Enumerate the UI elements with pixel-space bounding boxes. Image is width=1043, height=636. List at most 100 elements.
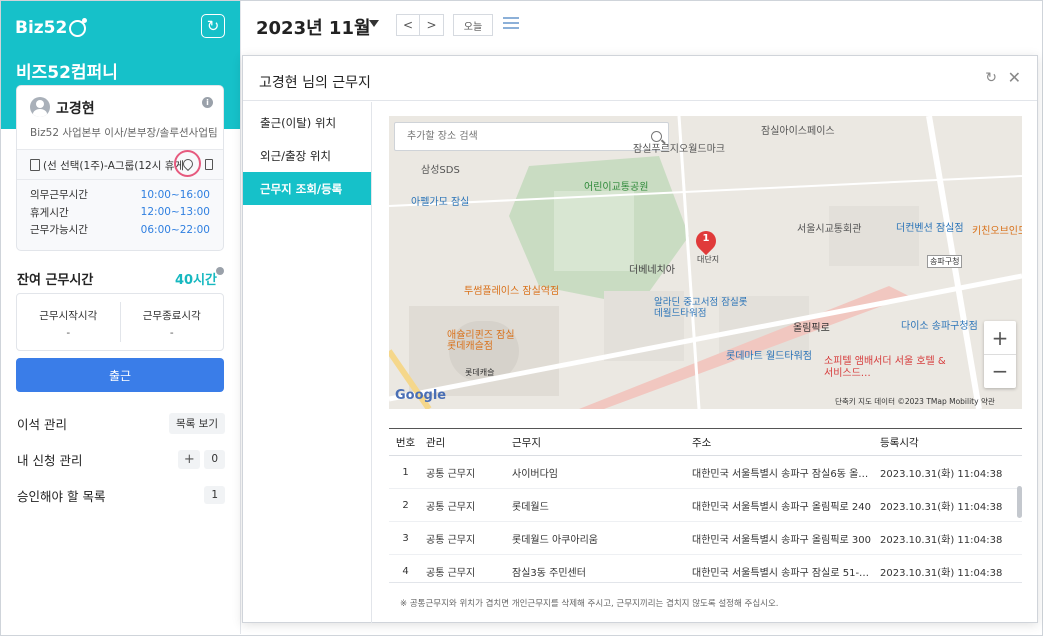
check-in-button[interactable]: 출근 [16, 358, 224, 392]
table-row[interactable]: 2 공통 근무지 롯데월드 대한민국 서울특별시 송파구 올림픽로 240 20… [389, 489, 1022, 522]
info-icon[interactable] [216, 267, 224, 275]
calendar-title[interactable]: 2023년 11월 [256, 14, 371, 40]
footnote: ※ 공통근무지와 위치가 겹치면 개인근무지를 삭제해 주시고, 근무지끼리는 … [400, 599, 779, 609]
map-place-label[interactable]: 더베네치아 [629, 261, 675, 276]
profile-card: 고경현 i Biz52 사업본부 이사/본부장/솔루션사업팀 (선 선택(1주)… [16, 85, 224, 251]
my-requests-row: 내 신청 관리 + 0 [17, 449, 225, 469]
map-place-label[interactable]: 잠실아이스페이스 [761, 122, 835, 137]
zoom-out-button[interactable]: − [984, 354, 1016, 387]
map-place-label[interactable]: 키친오브인도 요리 [972, 222, 1022, 237]
map-place-label[interactable]: 삼성SDS [421, 161, 460, 176]
cell-registered-at: 2023.10.31(화) 11:04:38 [880, 501, 1003, 513]
sidebar: Biz52 ↻ 비즈52컴퍼니 고경현 i Biz52 사업본부 이사/본부장/… [1, 1, 240, 634]
tab-workplace-register[interactable]: 근무지 조회/등록 [243, 172, 371, 205]
approvals-row: 승인해야 할 목록 1 [17, 485, 225, 505]
month-nav: < > [396, 14, 444, 36]
map-place-label[interactable]: 다이소 송파구청점 [901, 317, 978, 332]
column-header: 근무지 [512, 436, 541, 449]
location-pin-icon [180, 156, 195, 171]
map-place-label[interactable]: 롯데마트 월드타워점 [726, 347, 812, 362]
workplace-modal: 고경현 님의 근무지 ↻ ✕ 출근(이탈) 위치 외근/출장 위치 근무지 조회… [242, 55, 1038, 623]
cell-workplace: 롯데월드 [512, 501, 549, 513]
work-start-label: 근무시작시각 [39, 310, 98, 322]
map-place-label[interactable]: 롯데캐슬 [465, 367, 494, 378]
logo-text: Biz52 [15, 18, 68, 38]
table-body[interactable]: 1 공통 근무지 사이버다임 대한민국 서울특별시 송파구 잠실6동 올… 20… [389, 456, 1022, 579]
table-header: 번호 관리 근무지 주소 등록시각 [389, 428, 1022, 456]
modal-header: 고경현 님의 근무지 ↻ ✕ [243, 56, 1037, 101]
time-row: 근무가능시간 06:00~22:00 [30, 221, 210, 239]
time-label: 의무근무시간 [30, 189, 88, 202]
refresh-icon[interactable]: ↻ [985, 70, 997, 86]
zoom-control: + − [984, 321, 1016, 388]
map-place-label[interactable]: 서울시교통회관 [797, 220, 861, 235]
location-button[interactable] [174, 150, 201, 177]
close-icon[interactable]: ✕ [1008, 68, 1021, 87]
map-place-label[interactable]: 송파구청 [927, 255, 963, 268]
prev-month-button[interactable]: < [396, 14, 420, 36]
divider [389, 582, 1022, 583]
work-end-value: - [169, 327, 174, 339]
shift-row: (선 선택(1주)-A그룹(12시 휴게 [17, 150, 223, 180]
map-place-label[interactable]: 소피텔 앰배서더 서울 호텔 & 서비스드… [824, 356, 949, 380]
place-search-input[interactable] [394, 122, 669, 151]
document-icon[interactable] [205, 159, 213, 170]
time-value: 12:00~13:00 [140, 206, 210, 219]
table-row[interactable]: 3 공통 근무지 롯데월드 아쿠아리움 대한민국 서울특별시 송파구 올림픽로 … [389, 522, 1022, 555]
zoom-in-button[interactable]: + [984, 321, 1016, 354]
info-icon[interactable]: i [202, 97, 213, 108]
google-logo: Google [395, 388, 447, 403]
cell-workplace: 롯데월드 아쿠아리움 [512, 534, 598, 546]
cell-registered-at: 2023.10.31(화) 11:04:38 [880, 534, 1003, 546]
map-place-label[interactable]: 올림픽로 [793, 319, 830, 334]
cell-type: 공통 근무지 [426, 501, 476, 513]
cell-registered-at: 2023.10.31(화) 11:04:38 [880, 468, 1003, 480]
remaining-value: 40시간 [175, 273, 218, 288]
time-row: 휴게시간 12:00~13:00 [30, 204, 210, 222]
tab-checkin-location[interactable]: 출근(이탈) 위치 [243, 106, 371, 139]
profile-name: 고경현 [56, 101, 95, 117]
caret-down-icon[interactable] [369, 20, 379, 27]
time-label: 근무가능시간 [30, 224, 88, 237]
map-place-label[interactable]: 투썸플레이스 잠실역점 [464, 282, 559, 297]
map-place-label[interactable]: 아펠가모 잠실 [411, 193, 469, 208]
map-place-label[interactable]: 잠실푸르지오월드마크 [633, 140, 725, 155]
cell-workplace: 사이버다임 [512, 468, 558, 480]
today-button[interactable]: 오늘 [453, 14, 493, 36]
table-row[interactable]: 4 공통 근무지 잠실3동 주민센터 대한민국 서울특별시 송파구 잠실로 51… [389, 555, 1022, 579]
seat-management-row: 이석 관리 목록 보기 [17, 412, 225, 434]
time-row: 의무근무시간 10:00~16:00 [30, 186, 210, 204]
map-place-label[interactable]: 알라딘 중고서점 잠실롯데월드타워점 [654, 297, 754, 319]
map-place-label[interactable]: 대단지 [697, 254, 719, 265]
table-row[interactable]: 1 공통 근무지 사이버다임 대한민국 서울특별시 송파구 잠실6동 올… 20… [389, 456, 1022, 489]
map-place-label[interactable]: 애슐리퀸즈 잠실 롯데캐슬점 [447, 330, 517, 352]
map[interactable]: 잠실아이스페이스 잠실푸르지오월드마크 삼성SDS 어린이교통공원 아펠가모 잠… [389, 116, 1022, 409]
my-requests-label: 내 신청 관리 [17, 452, 83, 468]
map-place-label[interactable]: 어린이교통공원 [584, 178, 648, 193]
tab-outside-location[interactable]: 외근/출장 위치 [243, 139, 371, 172]
clock-card: 근무시작시각 - 근무종료시각 - [16, 293, 224, 351]
seat-management-label: 이석 관리 [17, 416, 67, 432]
view-list-button[interactable]: 목록 보기 [169, 412, 225, 434]
modal-tabs: 출근(이탈) 위치 외근/출장 위치 근무지 조회/등록 [243, 102, 372, 623]
request-count[interactable]: 0 [204, 449, 225, 469]
map-attribution[interactable]: 단축키 지도 데이터 ©2023 TMap Mobility 약관 [835, 396, 995, 407]
modal-title: 고경현 님의 근무지 [259, 75, 371, 91]
column-header: 등록시각 [880, 436, 919, 449]
map-place-label[interactable]: 더컨벤션 잠실점 [896, 219, 964, 234]
cell-registered-at: 2023.10.31(화) 11:04:38 [880, 567, 1003, 579]
cell-type: 공통 근무지 [426, 567, 476, 579]
column-header: 번호 [395, 436, 416, 449]
add-request-button[interactable]: + [178, 449, 201, 469]
cell-workplace: 잠실3동 주민센터 [512, 567, 586, 579]
column-header: 주소 [692, 436, 712, 449]
filter-icon[interactable] [503, 17, 519, 31]
table-scrollbar[interactable] [1017, 486, 1022, 518]
approvals-label: 승인해야 할 목록 [17, 488, 106, 504]
refresh-button[interactable]: ↻ [201, 14, 225, 38]
cell-number: 1 [402, 466, 409, 478]
profile-header: 고경현 i Biz52 사업본부 이사/본부장/솔루션사업팀 [17, 86, 223, 150]
approval-count[interactable]: 1 [204, 486, 225, 504]
logo-icon [69, 17, 88, 37]
next-month-button[interactable]: > [420, 14, 444, 36]
